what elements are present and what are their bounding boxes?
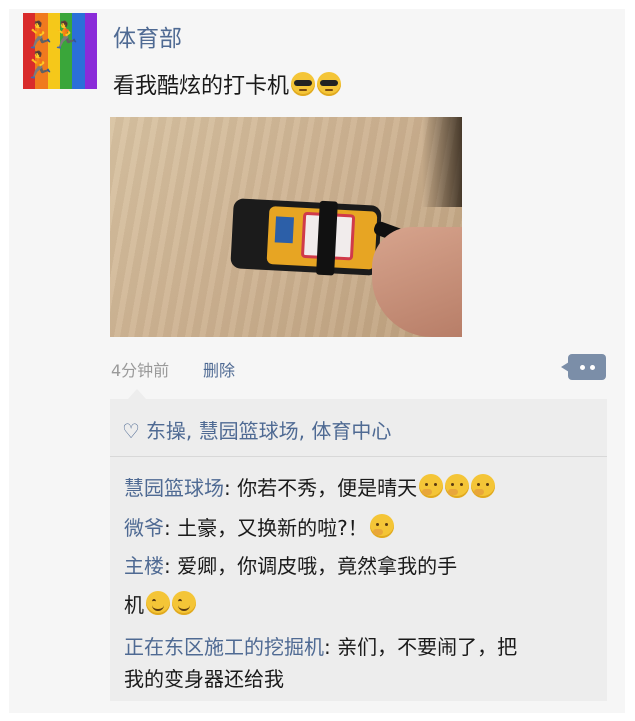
comment-text: : 你若不秀，便是晴天 [224,476,418,500]
comment-item[interactable]: 主楼: 爱卿，你调皮哦，竟然拿我的手 [124,549,457,584]
post-text: 看我酷炫的打卡机 [113,68,342,100]
comment-item[interactable]: 微爷: 土豪，又换新的啦?！ [124,511,394,546]
running-figures-icon: 🏃🏃🏃 [23,21,82,81]
post-photo[interactable] [110,117,462,337]
comment-text: : 亲们，不要闹了，把 [324,635,518,659]
comment-author[interactable]: 正在东区施工的挖掘机 [124,635,324,659]
likes-comments-panel: ♡ 东操, 慧园篮球场, 体育中心 慧园篮球场: 你若不秀，便是晴天 微爷: 土豪… [110,389,607,701]
likes-text[interactable]: 东操, 慧园篮球场, 体育中心 [146,419,391,443]
comment-author[interactable]: 慧园篮球场 [124,476,224,500]
thinking-emoji-icon [445,474,470,498]
thinking-emoji-icon [369,514,394,538]
smile-emoji-icon [146,591,170,615]
comment-action-button[interactable] [561,354,606,380]
likes-row: ♡ 东操, 慧园篮球场, 体育中心 [122,415,391,444]
post-time: 4分钟前 [111,361,170,380]
heart-icon: ♡ [122,419,140,443]
avatar[interactable]: 🏃🏃🏃 [23,13,97,89]
comment-item[interactable]: 正在东区施工的挖掘机: 亲们，不要闹了，把 [124,630,517,665]
cool-emoji-icon [317,72,342,96]
divider [110,456,607,457]
thinking-emoji-icon [419,474,444,498]
comment-text: 我的变身器还给我 [124,667,284,691]
smile-emoji-icon [172,591,196,615]
username[interactable]: 体育部 [113,19,182,53]
comment-author[interactable]: 主楼 [124,554,164,578]
cool-emoji-icon [291,72,316,96]
comment-text: : 土豪，又换新的啦?！ [164,516,368,540]
comment-text: : 爱卿，你调皮哦，竟然拿我的手 [164,554,458,578]
delete-link[interactable]: 删除 [203,357,235,381]
comment-text: 机 [124,593,144,617]
thinking-emoji-icon [471,474,496,498]
comment-item-continued: 机 [124,588,196,623]
post-text-content: 看我酷炫的打卡机 [113,74,290,99]
comment-item[interactable]: 慧园篮球场: 你若不秀，便是晴天 [124,471,496,506]
punch-card-device [230,198,382,276]
comment-item-continued: 我的变身器还给我 [124,662,284,697]
comment-author[interactable]: 微爷 [124,516,164,540]
